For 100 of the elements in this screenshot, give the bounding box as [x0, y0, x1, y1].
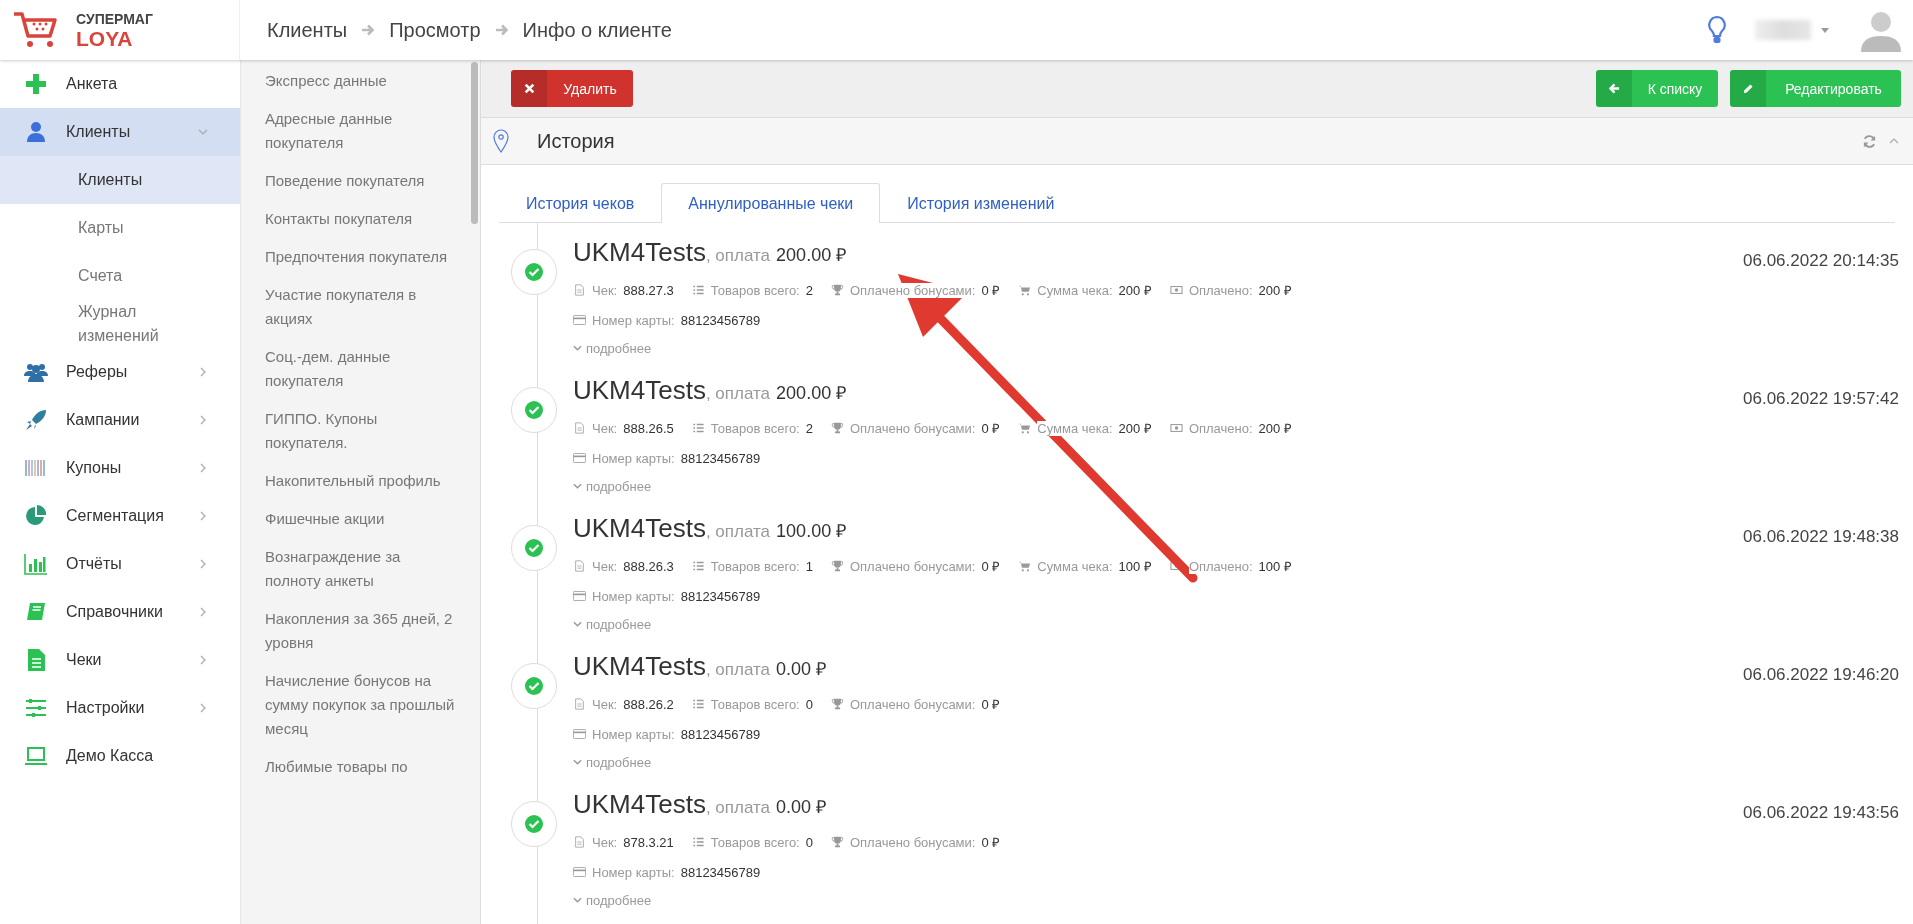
- pie-chart-icon: [24, 504, 48, 528]
- details-link[interactable]: подробнее: [573, 611, 1743, 637]
- trophy-icon: [830, 698, 844, 710]
- payment-label: , оплата: [705, 246, 771, 266]
- section-link[interactable]: Предпочтения покупателя: [265, 238, 460, 276]
- sidebar-item[interactable]: Клиенты: [0, 108, 240, 156]
- section-link[interactable]: Контакты покупателя: [265, 200, 460, 238]
- section-link[interactable]: Соц.-дем. данные покупателя: [265, 338, 460, 400]
- payment-amount: 0.00 ₽: [776, 796, 827, 818]
- sliders-icon: [24, 696, 48, 720]
- logo-title: СУПЕРМАГ: [76, 11, 153, 26]
- pencil-icon: [1742, 83, 1754, 94]
- tab[interactable]: Аннулированные чеки: [661, 183, 881, 223]
- section-link[interactable]: Поведение покупателя: [265, 162, 460, 200]
- trophy-icon: [830, 284, 844, 296]
- edit-button[interactable]: Редактировать: [1730, 70, 1901, 107]
- cart-icon: [1018, 422, 1032, 434]
- breadcrumb-link[interactable]: Просмотр: [389, 18, 481, 42]
- tab[interactable]: История чеков: [499, 183, 662, 223]
- timestamp: 06.06.2022 19:43:56: [1743, 802, 1899, 824]
- sidebar-item[interactable]: Анкета: [0, 60, 240, 108]
- field-label: Оплачено бонусами:: [849, 558, 976, 574]
- chevron-icon: [198, 367, 208, 377]
- sidebar-subitem[interactable]: Карты: [0, 204, 240, 252]
- section-link[interactable]: Накопительный профиль: [265, 462, 460, 500]
- sidebar-item[interactable]: Справочники: [0, 588, 240, 636]
- section-link[interactable]: Любимые товары по: [265, 748, 460, 779]
- card-icon: [573, 314, 586, 326]
- section-link[interactable]: Участие покупателя в акциях: [265, 276, 460, 338]
- sidebar-subitem[interactable]: Счета: [0, 252, 240, 300]
- details-link[interactable]: подробнее: [573, 335, 1743, 361]
- document-icon: [573, 422, 586, 434]
- sidebar-item[interactable]: Чеки: [0, 636, 240, 684]
- sidebar-item[interactable]: Настройки: [0, 684, 240, 732]
- document-icon: [573, 836, 586, 848]
- chevron-icon: [198, 703, 208, 713]
- list-icon: [691, 422, 705, 434]
- refresh-icon[interactable]: [1862, 133, 1877, 149]
- cart-icon: [1018, 284, 1032, 296]
- blurred-username[interactable]: [1755, 20, 1811, 40]
- sidebar-subitem[interactable]: Журнал изменений: [0, 300, 240, 348]
- sidebar-item[interactable]: Кампании: [0, 396, 240, 444]
- chevron-icon: [198, 559, 208, 569]
- chevron-down-icon: [573, 483, 582, 489]
- caret-icon[interactable]: [1821, 27, 1829, 33]
- details-link[interactable]: подробнее: [573, 749, 1743, 775]
- store-name: UKM4Tests: [573, 513, 706, 544]
- field-label: Оплачено бонусами:: [849, 696, 976, 712]
- rocket-icon: [24, 408, 48, 432]
- chevron-icon: [198, 607, 208, 617]
- chevron-icon: [198, 511, 208, 521]
- list-icon: [691, 560, 705, 572]
- breadcrumb-link[interactable]: Инфо о клиенте: [522, 18, 672, 42]
- payment-label: , оплата: [705, 522, 771, 542]
- payment-amount: 200.00 ₽: [776, 382, 847, 404]
- lightbulb-icon[interactable]: [1707, 15, 1727, 45]
- timestamp: 06.06.2022 19:48:38: [1743, 526, 1899, 548]
- details-link[interactable]: подробнее: [573, 887, 1743, 913]
- panel-title: История: [537, 129, 615, 153]
- section-link[interactable]: Накопления за 365 дней, 2 уровня: [265, 600, 460, 662]
- chevron-down-icon: [573, 897, 582, 903]
- section-link[interactable]: Вознаграждение за полноту анкеты: [265, 538, 460, 600]
- plus-icon: [24, 72, 48, 96]
- section-link[interactable]: Фишечные акции: [265, 500, 460, 538]
- back-to-list-button[interactable]: К списку: [1596, 70, 1718, 107]
- bar-chart-icon: [24, 552, 48, 576]
- details-link[interactable]: подробнее: [573, 473, 1743, 499]
- payment-amount: 0.00 ₽: [776, 658, 827, 680]
- section-link[interactable]: Начисление бонусов на сумму покупок за прошлый месяц: [265, 662, 460, 748]
- breadcrumb-link[interactable]: Клиенты: [267, 18, 348, 42]
- check-icon: [524, 400, 544, 420]
- sidebar-subitem[interactable]: Клиенты: [0, 156, 240, 204]
- chevron-icon: [198, 463, 208, 473]
- check-icon: [524, 814, 544, 834]
- document-icon: [573, 284, 586, 296]
- trophy-icon: [830, 422, 844, 434]
- scrollbar[interactable]: [471, 62, 478, 224]
- document-icon: [573, 560, 586, 572]
- sidebar-item[interactable]: Отчёты: [0, 540, 240, 588]
- tab[interactable]: История изменений: [880, 183, 1082, 223]
- collapse-icon[interactable]: [1889, 138, 1899, 144]
- section-link[interactable]: ГИППО. Купоны покупателя.: [265, 400, 460, 462]
- section-link[interactable]: Адресные данные покупателя: [265, 100, 460, 162]
- sidebar-item[interactable]: Реферы: [0, 348, 240, 396]
- delete-button[interactable]: Удалить: [511, 70, 633, 107]
- trophy-icon: [830, 560, 844, 572]
- section-link[interactable]: Экспресс данные: [265, 62, 460, 100]
- list-icon: [691, 284, 705, 296]
- sidebar-item[interactable]: Демо Касса: [0, 732, 240, 780]
- sidebar-item[interactable]: Купоны: [0, 444, 240, 492]
- field-label: Сумма чека:: [1037, 420, 1113, 436]
- field-label: Оплачено бонусами:: [849, 282, 976, 298]
- sidebar-item[interactable]: Сегментация: [0, 492, 240, 540]
- field-label: Оплачено бонусами:: [849, 420, 976, 436]
- card-icon: [573, 452, 586, 464]
- payment-label: , оплата: [705, 798, 771, 818]
- card-icon: [573, 728, 586, 740]
- cart-icon: [12, 10, 58, 50]
- chevron-icon: [198, 127, 208, 137]
- cart-icon: [1018, 560, 1032, 572]
